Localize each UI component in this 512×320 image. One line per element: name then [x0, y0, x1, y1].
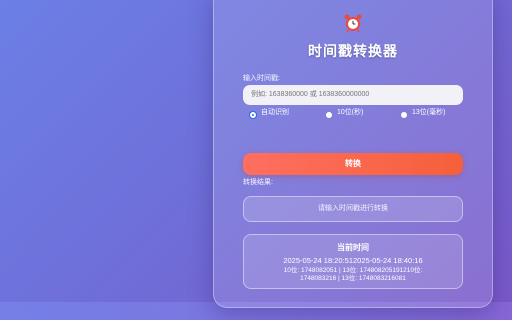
- timestamp-input-label: 输入时间戳:: [243, 75, 280, 82]
- current-timestamps-line2: 1748083216 | 13位: 1748083216081: [300, 275, 406, 282]
- radio-10-digit-label: 10位(秒): [337, 109, 364, 116]
- current-timestamps-line1: 10位: 1748082051 | 13位: 174808205191210位:: [283, 267, 423, 274]
- radio-auto[interactable]: 自动识别: [250, 109, 291, 118]
- current-time-panel: 当前时间 2025-05-24 18:20:512025-05-24 18:40…: [243, 234, 463, 289]
- timestamp-input[interactable]: [243, 85, 463, 105]
- result-output: 请输入时间戳进行转换: [243, 196, 463, 222]
- current-time-value: 2025-05-24 18:20:512025-05-24 18:40:16: [283, 256, 423, 265]
- current-time-title: 当前时间: [337, 243, 369, 252]
- radio-10-digit-indicator[interactable]: [326, 112, 332, 118]
- current-timestamps: 10位: 1748082051 | 13位: 174808205191210位:…: [252, 267, 454, 283]
- radio-10-digit[interactable]: 10位(秒): [326, 109, 365, 118]
- radio-auto-indicator[interactable]: [250, 112, 256, 118]
- radio-13-digit-label: 13位(毫秒): [412, 109, 446, 116]
- converter-card: 时间戳转换器 输入时间戳: 自动识别 10位(秒) 13位(毫秒) 转换 转换结…: [213, 0, 493, 308]
- radio-13-digit-indicator[interactable]: [401, 112, 407, 118]
- convert-button[interactable]: 转换: [243, 153, 463, 175]
- result-label: 转换结果:: [243, 179, 273, 186]
- format-radio-group: 自动识别 10位(秒) 13位(毫秒): [250, 109, 470, 129]
- radio-13-digit[interactable]: 13位(毫秒): [401, 109, 448, 118]
- alarm-clock-icon: [344, 14, 362, 33]
- radio-auto-label: 自动识别: [261, 109, 289, 116]
- page-title: 时间戳转换器: [308, 43, 398, 59]
